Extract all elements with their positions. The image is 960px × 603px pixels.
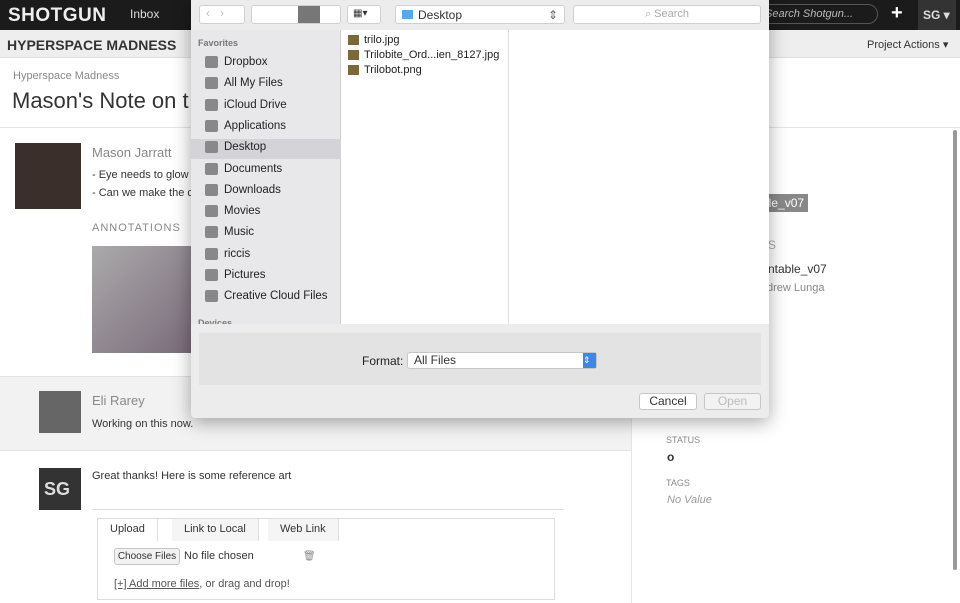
tags-value[interactable]: No Value [667, 494, 712, 506]
sidebar-item-pictures[interactable]: Pictures [205, 269, 266, 281]
image-file-icon [348, 50, 359, 60]
no-file-text: No file chosen [184, 550, 254, 562]
choose-files-button[interactable]: Choose Files [114, 548, 180, 565]
preview-column [509, 30, 769, 324]
annotations-label: ANNOTATIONS [92, 222, 181, 234]
sidebar-item-all-my-files[interactable]: All My Files [205, 77, 283, 90]
folder-icon [205, 290, 218, 303]
location-select[interactable]: Desktop ⇕ [395, 5, 565, 24]
open-button[interactable]: Open [704, 393, 761, 410]
project-actions-menu[interactable]: Project Actions ▾ [867, 38, 948, 51]
image-file-icon [348, 35, 359, 45]
folder-icon [205, 269, 218, 281]
sidebar-item-applications[interactable]: Applications [205, 119, 286, 132]
inbox-link[interactable]: Inbox [130, 7, 159, 21]
reply-author[interactable]: Eli Rarey [92, 393, 145, 408]
view-mode-buttons[interactable] [251, 5, 341, 24]
status-icon[interactable]: o [667, 450, 674, 464]
global-search-input[interactable]: Search Shotgun... [758, 4, 878, 24]
format-select[interactable]: All Files ⇕ [407, 352, 597, 369]
project-name[interactable]: HYPERSPACE MADNESS [7, 37, 176, 53]
format-label: Format: [362, 354, 404, 368]
user-menu[interactable]: SG ▾ [918, 0, 956, 30]
sidebar-item-documents[interactable]: Documents [205, 162, 282, 175]
avatar [15, 143, 81, 209]
folder-icon [205, 247, 218, 260]
file-item[interactable]: trilo.jpg [348, 34, 399, 46]
cancel-button[interactable]: Cancel [639, 393, 697, 410]
folder-icon [205, 205, 218, 218]
tab-upload[interactable]: Upload [98, 519, 158, 541]
reply-text: Working on this now. [92, 418, 194, 430]
scrollbar[interactable] [953, 130, 957, 570]
folder-icon [205, 119, 218, 132]
finder-sidebar: Favorites Dropbox All My Files iCloud Driv… [191, 30, 341, 324]
add-more-files-link[interactable]: [+] Add more files [114, 578, 199, 590]
file-item[interactable]: Trilobite_Ord...ien_8127.jpg [348, 49, 499, 61]
sidebar-item-creative-cloud-files[interactable]: Creative Cloud Files [205, 290, 328, 303]
sidebar-item-movies[interactable]: Movies [205, 205, 260, 218]
folder-icon [205, 183, 218, 196]
note-line: - Eye needs to glow [92, 169, 189, 181]
back-forward-buttons[interactable]: ‹ › [199, 5, 245, 24]
breadcrumb[interactable]: Hyperspace Madness [13, 70, 119, 82]
sidebar-item-downloads[interactable]: Downloads [205, 183, 281, 196]
sidebar-item-music[interactable]: Music [205, 226, 254, 239]
trash-icon[interactable]: 🗑 [303, 551, 316, 562]
sidebar-item-desktop[interactable]: Desktop [205, 141, 266, 154]
sidebar-item-riccis[interactable]: riccis [205, 247, 250, 260]
file-item[interactable]: Trilobot.png [348, 64, 422, 76]
shotgun-logo[interactable]: SHOTGUN [8, 5, 107, 27]
note-line: - Can we make the c [92, 187, 193, 199]
upload-panel: Upload Link to Local Web Link Choose Fil… [97, 518, 555, 600]
folder-icon [205, 56, 218, 68]
devices-label: Devices [198, 318, 233, 324]
avatar: SG [39, 468, 81, 510]
dialog-search-input[interactable]: ⌕ Search [573, 5, 761, 24]
folder-icon [205, 98, 218, 111]
page-title: Mason's Note on t [12, 88, 189, 113]
file-column: trilo.jpg Trilobite_Ord...ien_8127.jpg Tri… [341, 30, 509, 324]
arrange-button[interactable]: ▦▾ [347, 5, 381, 24]
version-user: drew Lunga [767, 282, 825, 294]
annotation-thumbnail[interactable] [92, 246, 192, 353]
tags-label: TAGS [666, 478, 690, 488]
version-link[interactable]: rntable_v07 [764, 262, 827, 276]
note-author[interactable]: Mason Jarratt [92, 145, 171, 160]
folder-icon [205, 77, 218, 90]
column-view-icon[interactable] [298, 6, 320, 23]
status-label: STATUS [666, 435, 701, 445]
tab-web-link[interactable]: Web Link [268, 519, 339, 541]
avatar [39, 391, 81, 433]
section-label: S [768, 238, 777, 252]
sidebar-item-icloud-drive[interactable]: iCloud Drive [205, 98, 287, 111]
folder-icon [205, 162, 218, 175]
drag-text: , or drag and drop! [199, 578, 290, 590]
reply-textarea[interactable]: Great thanks! Here is some reference art [92, 470, 564, 510]
tab-link-local[interactable]: Link to Local [172, 519, 259, 541]
folder-icon [205, 141, 218, 154]
image-file-icon [348, 65, 359, 75]
sidebar-item-dropbox[interactable]: Dropbox [205, 56, 267, 68]
favorites-label: Favorites [198, 38, 239, 48]
file-open-dialog: ‹ › ▦▾ Desktop ⇕ ⌕ Search Favorites Dropb… [191, 0, 769, 418]
format-area: Format: All Files ⇕ [199, 333, 761, 385]
add-button[interactable]: + [891, 2, 903, 25]
folder-icon [205, 226, 218, 239]
